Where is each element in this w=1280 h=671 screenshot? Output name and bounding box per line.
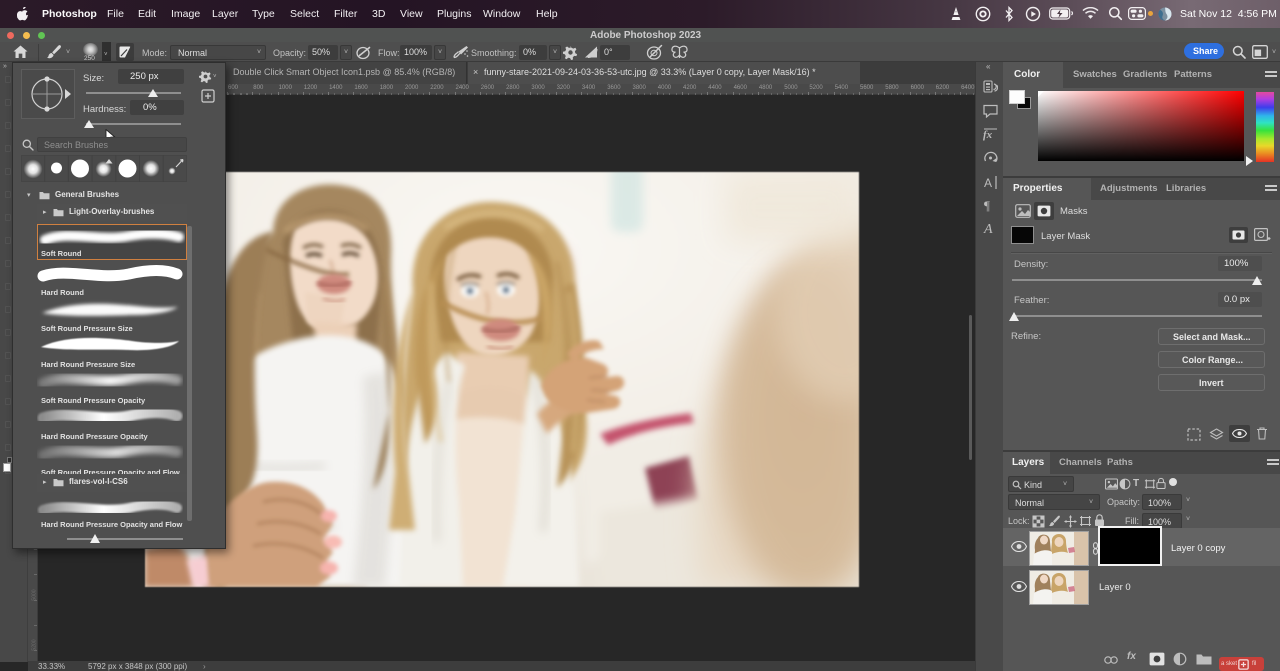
svg-text:A: A <box>983 222 993 236</box>
svg-text:A: A <box>984 176 992 190</box>
svg-text:¶: ¶ <box>984 198 990 213</box>
svg-text:fx: fx <box>983 129 993 141</box>
